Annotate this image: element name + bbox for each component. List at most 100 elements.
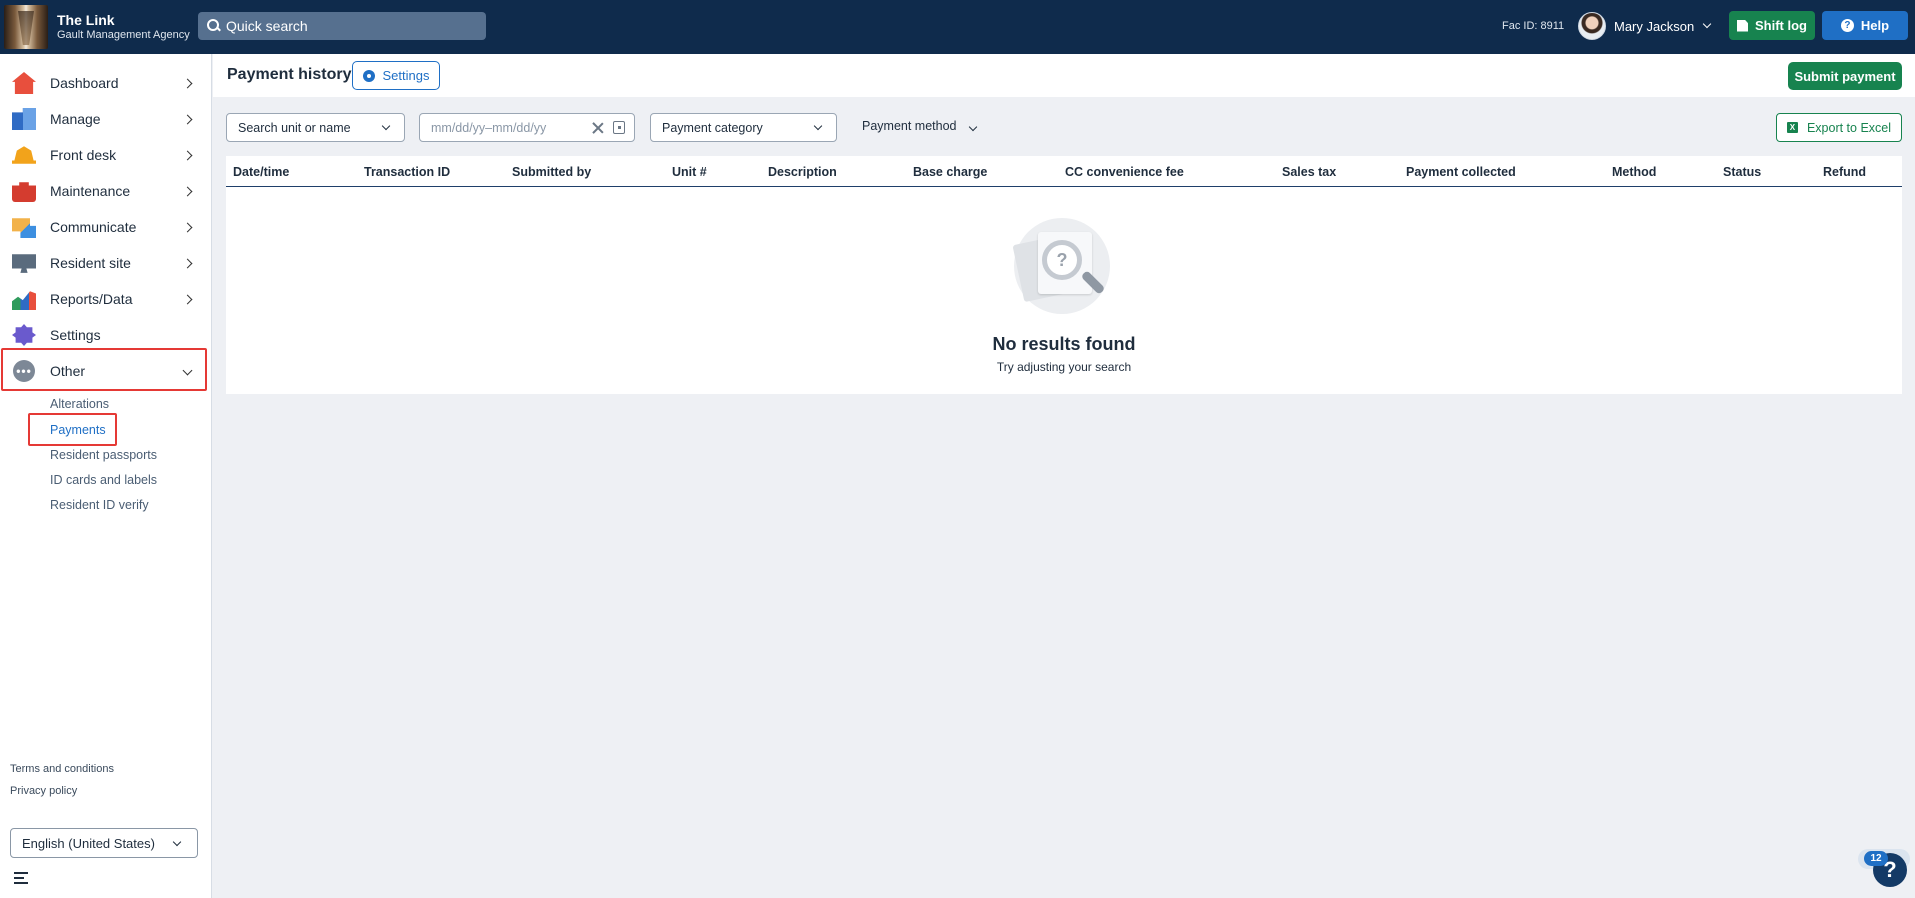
toolbox-icon bbox=[12, 182, 36, 202]
column-header[interactable]: Unit # bbox=[672, 165, 707, 179]
help-button[interactable]: ? Help bbox=[1822, 11, 1908, 40]
sidebar-item-front-desk[interactable]: Front desk bbox=[0, 138, 206, 172]
chevron-right-icon bbox=[182, 78, 193, 88]
settings-button[interactable]: Settings bbox=[352, 61, 440, 90]
sidebar-item-label: Reports/Data bbox=[50, 291, 133, 307]
shift-log-label: Shift log bbox=[1755, 18, 1807, 33]
chart-icon bbox=[12, 291, 36, 310]
chevron-down-icon bbox=[1702, 19, 1712, 29]
user-menu[interactable]: Mary Jackson bbox=[1578, 12, 1712, 40]
column-header[interactable]: Method bbox=[1612, 165, 1656, 179]
brand: The Link Gault Management Agency bbox=[57, 12, 190, 42]
sidebar-item-label: Manage bbox=[50, 111, 101, 127]
empty-state-title: No results found bbox=[992, 334, 1136, 354]
language-value: English (United States) bbox=[22, 835, 155, 851]
column-header[interactable]: Description bbox=[768, 165, 837, 179]
column-header[interactable]: Status bbox=[1723, 165, 1761, 179]
chevron-down-icon bbox=[172, 837, 182, 847]
payment-category-select[interactable]: Payment category bbox=[650, 113, 837, 142]
sidebar-item-communicate[interactable]: Communicate bbox=[0, 210, 206, 244]
note-icon bbox=[1737, 19, 1748, 32]
user-name: Mary Jackson bbox=[1614, 18, 1695, 34]
gear-icon bbox=[362, 69, 375, 82]
unit-search-select[interactable]: Search unit or name bbox=[226, 113, 405, 142]
search-icon bbox=[207, 19, 221, 33]
submit-payment-button[interactable]: Submit payment bbox=[1788, 62, 1902, 90]
settings-label: Settings bbox=[382, 68, 430, 83]
avatar bbox=[1578, 12, 1606, 40]
column-header[interactable]: Refund bbox=[1823, 165, 1866, 179]
envelope-chat-icon bbox=[12, 218, 36, 238]
sidebar-item-label: Resident site bbox=[50, 255, 131, 271]
sidebar-item-dashboard[interactable]: Dashboard bbox=[0, 66, 206, 100]
payment-category-label: Payment category bbox=[662, 120, 763, 135]
notification-badge: 12 bbox=[1864, 851, 1888, 866]
highlight-box-payments bbox=[28, 413, 117, 446]
page-title: Payment history bbox=[227, 66, 352, 83]
sidebar-subitem-resident-passports[interactable]: Resident passports bbox=[50, 448, 157, 462]
column-header[interactable]: CC convenience fee bbox=[1065, 165, 1184, 179]
sidebar-item-label: Front desk bbox=[50, 147, 117, 163]
chevron-right-icon bbox=[182, 186, 193, 196]
privacy-link[interactable]: Privacy policy bbox=[10, 785, 77, 797]
sidebar-item-reports[interactable]: Reports/Data bbox=[0, 282, 206, 316]
app-name: The Link bbox=[57, 12, 115, 28]
sidebar-subitem-alterations[interactable]: Alterations bbox=[50, 397, 109, 411]
clear-icon[interactable] bbox=[592, 122, 604, 134]
excel-icon: X bbox=[1786, 122, 1798, 133]
column-header[interactable]: Base charge bbox=[913, 165, 987, 179]
column-header[interactable]: Sales tax bbox=[1282, 165, 1336, 179]
column-header[interactable]: Submitted by bbox=[512, 165, 591, 179]
chevron-down-icon bbox=[381, 121, 391, 131]
sidebar-item-resident-site[interactable]: Resident site bbox=[0, 246, 206, 280]
sidebar-item-settings[interactable]: Settings bbox=[0, 318, 206, 352]
chevron-down-icon bbox=[813, 121, 823, 131]
sidebar-subitem-id-cards[interactable]: ID cards and labels bbox=[50, 473, 157, 487]
no-results-illustration: ? bbox=[1012, 218, 1110, 314]
building-icon bbox=[12, 108, 36, 130]
shift-log-button[interactable]: Shift log bbox=[1729, 11, 1815, 40]
service-bell-icon bbox=[12, 146, 36, 164]
calendar-icon[interactable] bbox=[613, 121, 625, 134]
date-range-input[interactable]: mm/dd/yy–mm/dd/yy bbox=[419, 113, 635, 142]
payment-method-dropdown[interactable]: Payment method bbox=[862, 119, 978, 133]
sidebar-item-label: Communicate bbox=[50, 219, 137, 235]
agency-name: Gault Management Agency bbox=[57, 28, 190, 41]
column-header[interactable]: Transaction ID bbox=[364, 165, 450, 179]
facility-id: Fac ID: 8911 bbox=[1502, 20, 1565, 32]
chevron-right-icon bbox=[182, 294, 193, 304]
sidebar-item-manage[interactable]: Manage bbox=[0, 102, 206, 136]
help-label: Help bbox=[1860, 18, 1890, 33]
terms-link[interactable]: Terms and conditions bbox=[10, 763, 114, 775]
export-label: Export to Excel bbox=[1806, 120, 1892, 135]
column-header[interactable]: Payment collected bbox=[1406, 165, 1516, 179]
chevron-right-icon bbox=[182, 222, 193, 232]
date-range-placeholder: mm/dd/yy–mm/dd/yy bbox=[431, 120, 547, 135]
gear-icon bbox=[12, 324, 36, 346]
chevron-right-icon bbox=[182, 258, 193, 268]
sidebar-item-label: Settings bbox=[50, 327, 101, 343]
export-excel-button[interactable]: X Export to Excel bbox=[1776, 113, 1902, 142]
quick-search-input[interactable]: Quick search bbox=[198, 12, 486, 40]
sidebar-item-label: Dashboard bbox=[50, 75, 119, 91]
table-header: Date/time Transaction ID Submitted by Un… bbox=[226, 156, 1902, 187]
payment-method-label: Payment method bbox=[862, 119, 957, 133]
monitor-icon bbox=[12, 254, 36, 273]
quick-search-label: Quick search bbox=[226, 18, 308, 34]
home-icon bbox=[12, 72, 36, 94]
page-header: Payment history Settings Submit payment bbox=[213, 54, 1915, 97]
language-select[interactable]: English (United States) bbox=[10, 828, 198, 858]
payments-table: Date/time Transaction ID Submitted by Un… bbox=[226, 156, 1902, 394]
question-icon: ? bbox=[1840, 19, 1854, 32]
chevron-right-icon bbox=[182, 114, 193, 124]
empty-state-subtitle: Try adjusting your search bbox=[996, 360, 1132, 374]
sidebar-item-maintenance[interactable]: Maintenance bbox=[0, 174, 206, 208]
sidebar-subitem-resident-id-verify[interactable]: Resident ID verify bbox=[50, 498, 149, 512]
column-header[interactable]: Date/time bbox=[233, 165, 289, 179]
collapse-sidebar-icon[interactable] bbox=[14, 872, 32, 884]
unit-search-label: Search unit or name bbox=[238, 120, 351, 135]
brand-logo[interactable] bbox=[4, 5, 48, 49]
sidebar-item-label: Maintenance bbox=[50, 183, 131, 199]
highlight-box-other bbox=[1, 348, 207, 391]
chevron-down-icon bbox=[968, 122, 978, 132]
